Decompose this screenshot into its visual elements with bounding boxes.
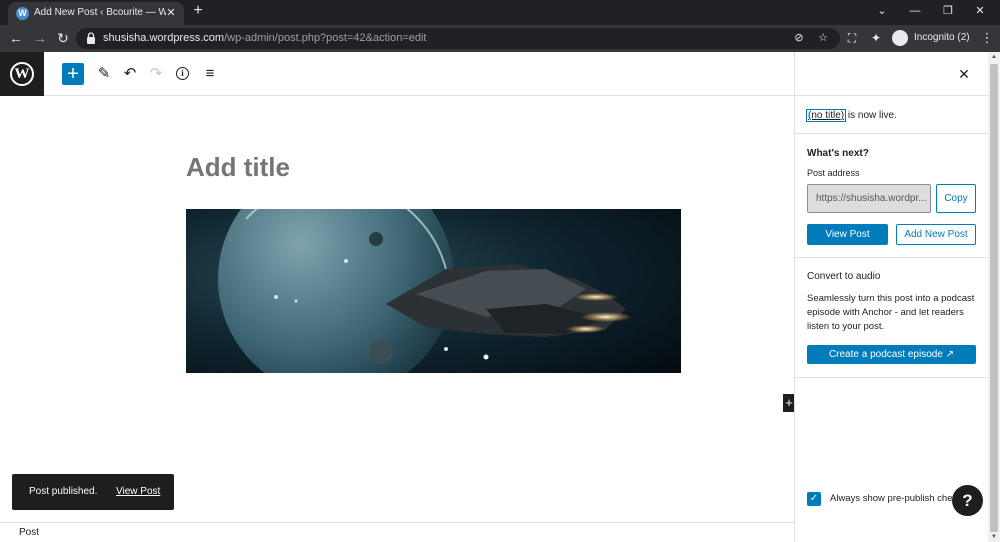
editor-toolbar: + ✎ ↶ ↷ i ≡ <box>44 52 794 96</box>
post-title-input[interactable]: Add title <box>186 152 290 183</box>
scroll-down-icon[interactable]: ▼ <box>988 532 1000 542</box>
prepublish-label: Always show pre-publish checks. <box>830 493 970 504</box>
back-icon[interactable]: ← <box>8 30 24 46</box>
url-path: /wp-admin/post.php?post=42&action=edit <box>224 32 427 44</box>
wordpress-logo-icon: W <box>10 62 34 86</box>
create-podcast-button[interactable]: Create a podcast episode ↗ <box>807 345 976 364</box>
reload-icon[interactable]: ↻ <box>55 30 71 46</box>
redo-icon[interactable]: ↷ <box>145 63 167 85</box>
breadcrumb[interactable]: Post <box>19 527 39 538</box>
prepublish-checkbox[interactable]: ✓ <box>807 492 821 506</box>
browser-tab-bar: W Add New Post ‹ Bcourite — WordPress ✕ … <box>0 0 1000 25</box>
panel-header: ✕ <box>795 52 989 96</box>
list-view-icon[interactable]: ≡ <box>199 63 221 85</box>
browser-tab[interactable]: W Add New Post ‹ Bcourite — WordPress ✕ <box>8 2 184 25</box>
snackbar-message: Post published. <box>29 486 98 497</box>
snackbar-view-post-link[interactable]: View Post <box>116 486 160 497</box>
wordpress-logo-button[interactable]: W <box>0 52 44 96</box>
copy-button[interactable]: Copy <box>936 184 976 213</box>
no-title-link[interactable]: (no title) <box>805 109 847 122</box>
editor-footer: Post <box>0 522 794 542</box>
help-button[interactable]: ? <box>952 485 983 516</box>
tab-search-icon[interactable]: ⌄ <box>872 3 892 19</box>
whats-next-heading: What's next? <box>807 148 869 159</box>
tab-title: Add New Post ‹ Bcourite — WordPress <box>34 7 166 18</box>
editor-canvas: Add title + <box>0 96 795 522</box>
star-icon[interactable]: ☆ <box>816 31 830 45</box>
live-suffix: is now live. <box>845 110 897 121</box>
post-address-field[interactable]: https://shusisha.wordpr... <box>807 184 931 213</box>
lock-icon <box>87 32 95 44</box>
screenshot-icon[interactable]: ⛶ <box>844 30 860 46</box>
close-icon[interactable]: ✕ <box>955 65 973 83</box>
view-post-button[interactable]: View Post <box>807 224 888 245</box>
scroll-up-icon[interactable]: ▲ <box>988 52 1000 62</box>
eye-off-icon[interactable]: ⊘ <box>792 31 806 45</box>
minimize-icon[interactable]: — <box>905 3 925 19</box>
url-text: shusisha.wordpress.com/wp-admin/post.php… <box>103 32 426 44</box>
divider <box>795 257 989 258</box>
live-status: (no title) is now live. <box>805 109 897 122</box>
new-tab-button[interactable]: + <box>190 3 206 19</box>
featured-image[interactable] <box>186 209 681 373</box>
post-address-label: Post address <box>807 168 860 178</box>
info-icon[interactable]: i <box>176 67 189 80</box>
undo-icon[interactable]: ↶ <box>119 63 141 85</box>
published-snackbar: Post published. View Post <box>12 474 174 510</box>
incognito-label: Incognito (2) <box>914 32 970 43</box>
wordpress-favicon-icon: W <box>16 7 29 20</box>
divider <box>795 377 989 378</box>
forward-icon[interactable]: → <box>32 30 48 46</box>
incognito-icon <box>892 30 908 46</box>
scrollbar[interactable]: ▲ ▼ <box>988 52 1000 542</box>
add-new-post-button[interactable]: Add New Post <box>896 224 976 245</box>
post-publish-panel: ✕ (no title) is now live. What's next? P… <box>794 52 989 542</box>
close-window-icon[interactable]: ✕ <box>970 3 990 19</box>
scroll-thumb[interactable] <box>990 64 998 532</box>
restore-icon[interactable]: ❐ <box>938 3 958 19</box>
menu-icon[interactable]: ⋮ <box>980 30 994 46</box>
divider <box>795 133 989 134</box>
add-block-button[interactable]: + <box>62 63 84 85</box>
browser-toolbar: ← → ↻ shusisha.wordpress.com/wp-admin/po… <box>0 25 1000 52</box>
convert-audio-description: Seamlessly turn this post into a podcast… <box>807 293 975 332</box>
tools-pencil-icon[interactable]: ✎ <box>93 63 115 85</box>
incognito-profile-button[interactable]: Incognito (2) <box>890 28 970 48</box>
spaceship-image <box>186 209 681 373</box>
convert-audio-heading: Convert to audio <box>807 271 881 282</box>
close-icon[interactable]: ✕ <box>164 6 178 20</box>
address-bar[interactable]: shusisha.wordpress.com/wp-admin/post.php… <box>76 28 840 49</box>
url-host: shusisha.wordpress.com <box>103 32 225 44</box>
extensions-icon[interactable]: ✦ <box>868 30 884 46</box>
